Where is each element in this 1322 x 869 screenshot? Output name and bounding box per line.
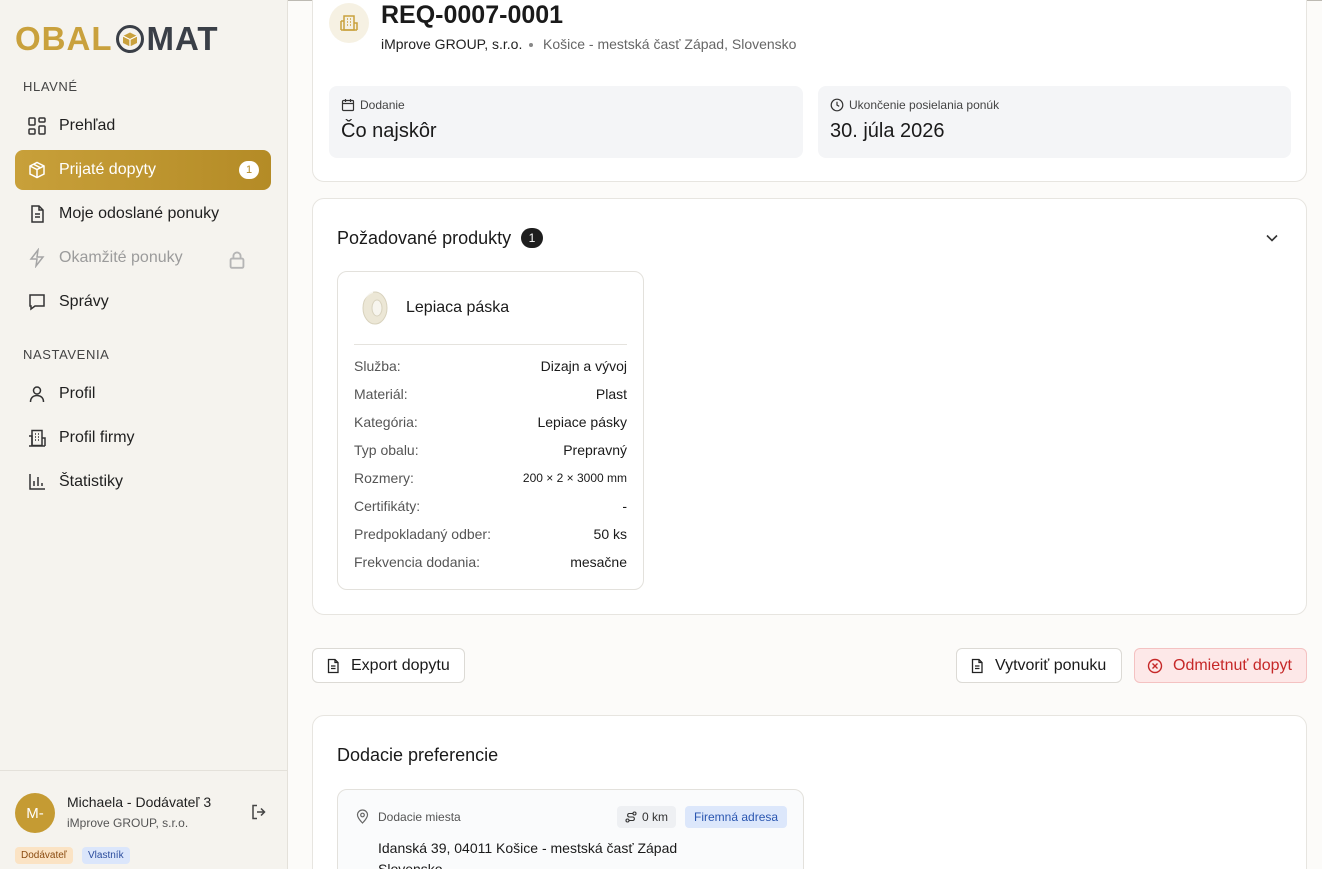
section-title-products: Požadované produkty	[337, 228, 512, 248]
attr-row-delivery-frequency: Frekvencia dodania: mesačne	[354, 554, 627, 570]
attr-row-category: Kategória: Lepiace pásky	[354, 414, 627, 430]
document-icon	[31, 205, 44, 223]
user-company: iMprove GROUP, s.r.o.	[67, 816, 189, 830]
unread-count-badge: 1	[239, 161, 259, 179]
logo-box-icon	[115, 25, 144, 53]
obalomat-logo[interactable]: OBAL MAT	[15, 20, 219, 57]
map-pin-icon	[356, 809, 369, 824]
deadline-box: Ukončenie posielania ponúk 30. júla 2026	[818, 86, 1291, 158]
role-tag: Dodávateľ	[15, 847, 73, 864]
building-icon	[340, 15, 358, 31]
requested-products-card: Požadované produkty 1 Lepiaca páska Služ…	[312, 198, 1307, 615]
chevron-down-icon[interactable]	[1263, 229, 1281, 247]
lock-icon	[229, 251, 245, 269]
deadline-value: 30. júla 2026	[830, 120, 945, 142]
attr-row-certificates: Certifikáty: -	[354, 498, 627, 514]
delivery-preferences-card: Dodacie preferencie Dodacie miesta 0 km …	[312, 715, 1307, 869]
products-count-badge: 1	[521, 228, 543, 248]
delivery-value: Čo najskôr	[341, 120, 437, 142]
grid-icon	[28, 117, 46, 135]
close-circle-icon	[1147, 658, 1163, 673]
delivery-place-card: Dodacie miesta 0 km Firemná adresa Idans…	[337, 789, 804, 869]
building-icon	[29, 429, 46, 447]
document-icon	[327, 658, 339, 673]
attr-row-dimensions: Rozmery: 200 × 2 × 3000 mm	[354, 470, 627, 486]
delivery-label: Dodanie	[360, 98, 405, 112]
user-panel: M- Michaela - Dodávateľ 3 iMprove GROUP,…	[0, 770, 287, 869]
sidebar: OBAL MAT HLAVNÉ Prehľad Prijaté dopyty 1…	[0, 0, 288, 869]
create-offer-button[interactable]: Vytvoriť ponuku	[956, 648, 1122, 683]
attr-row-service: Služba: Dizajn a vývoj	[354, 358, 627, 374]
user-icon	[29, 386, 45, 403]
logout-icon[interactable]	[250, 803, 268, 821]
attr-row-package-type: Typ obalu: Prepravný	[354, 442, 627, 458]
clock-icon	[830, 98, 844, 112]
avatar[interactable]: M-	[15, 793, 55, 833]
sidebar-item-prehlad[interactable]: Prehľad	[15, 106, 271, 146]
lightning-icon	[29, 248, 45, 268]
chat-icon	[29, 294, 45, 311]
sidebar-item-okamzite-ponuky[interactable]: Okamžité ponuky	[15, 238, 271, 278]
sidebar-item-profil[interactable]: Profil	[15, 374, 271, 414]
owner-tag: Vlastník	[82, 847, 130, 864]
user-name: Michaela - Dodávateľ 3	[67, 794, 212, 810]
section-label-settings: NASTAVENIA	[23, 347, 110, 362]
request-company-icon	[329, 3, 369, 43]
product-name: Lepiaca páska	[406, 299, 510, 316]
distance-chip: 0 km	[617, 806, 677, 828]
chart-icon	[29, 474, 45, 490]
section-label-main: HLAVNÉ	[23, 79, 78, 94]
divider	[354, 344, 627, 345]
document-icon	[971, 658, 983, 673]
separator-dot	[529, 43, 533, 47]
attr-row-material: Materiál: Plast	[354, 386, 627, 402]
sidebar-item-profil-firmy[interactable]: Profil firmy	[15, 418, 271, 458]
deadline-label: Ukončenie posielania ponúk	[849, 98, 1000, 112]
section-title-delivery: Dodacie preferencie	[337, 745, 499, 765]
sidebar-item-spravy[interactable]: Správy	[15, 282, 271, 322]
request-company: iMprove GROUP, s.r.o.	[381, 36, 523, 52]
delivery-places-label: Dodacie miesta	[378, 810, 461, 824]
request-summary-card: REQ-0007-0001 iMprove GROUP, s.r.o. Koši…	[312, 0, 1307, 182]
attr-row-expected-volume: Predpokladaný odber: 50 ks	[354, 526, 627, 542]
tape-roll-icon	[362, 291, 388, 325]
route-icon	[625, 811, 637, 823]
reject-request-button[interactable]: Odmietnuť dopyt	[1134, 648, 1307, 683]
sidebar-item-statistiky[interactable]: Štatistiky	[15, 462, 271, 502]
sidebar-item-prijate-dopyty[interactable]: Prijaté dopyty 1	[15, 150, 271, 190]
delivery-box: Dodanie Čo najskôr	[329, 86, 803, 158]
package-icon	[29, 161, 45, 179]
export-request-button[interactable]: Export dopytu	[312, 648, 465, 683]
address-type-badge: Firemná adresa	[685, 806, 788, 828]
request-location: Košice - mestská časť Západ, Slovensko	[543, 36, 797, 52]
product-card[interactable]: Lepiaca páska Služba: Dizajn a vývoj Mate…	[337, 271, 644, 590]
calendar-icon	[341, 99, 355, 112]
request-id: REQ-0007-0001	[381, 1, 564, 29]
sidebar-item-odoslane-ponuky[interactable]: Moje odoslané ponuky	[15, 194, 271, 234]
delivery-address: Idanská 39, 04011 Košice - mestská časť …	[378, 840, 678, 869]
